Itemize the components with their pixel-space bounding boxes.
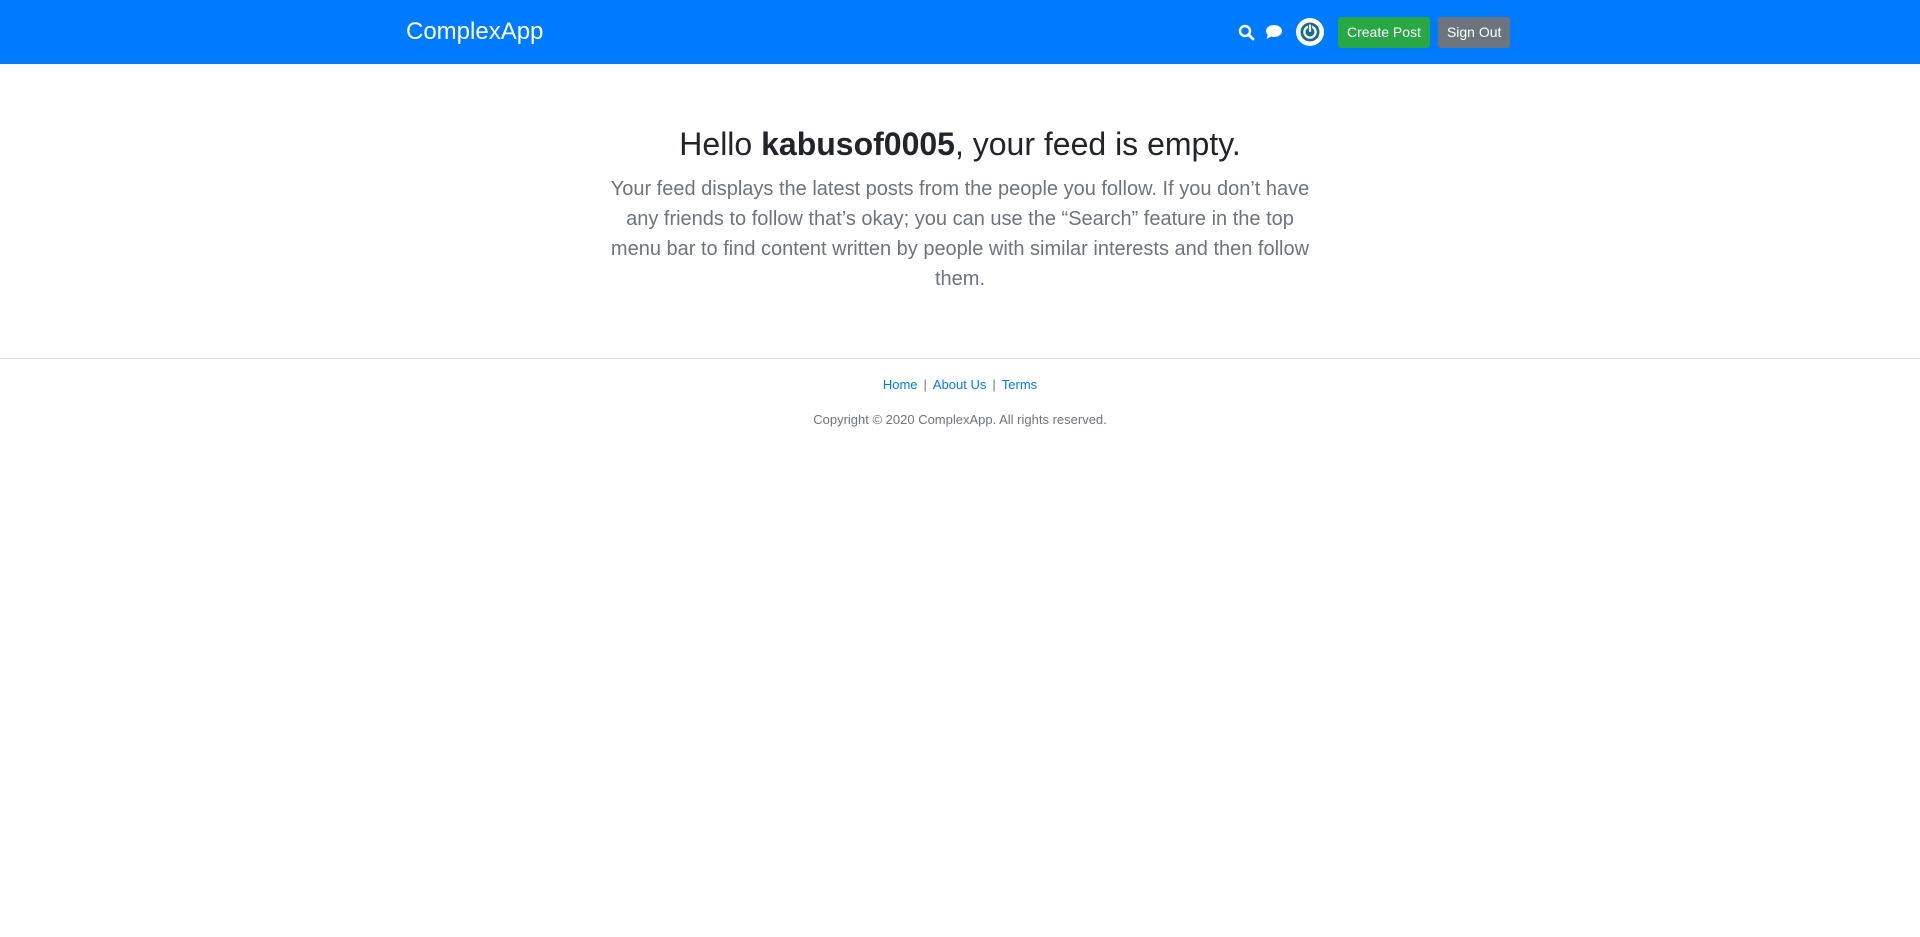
main-content: Hello kabusof0005, your feed is empty. Y… [0,64,1920,358]
footer-link-terms[interactable]: Terms [1002,377,1037,392]
footer-separator: | [923,377,927,392]
footer-separator: | [992,377,996,392]
search-icon[interactable] [1234,16,1258,48]
footer-link-home[interactable]: Home [883,377,918,392]
footer-link-about-us[interactable]: About Us [933,377,986,392]
brand-link[interactable]: ComplexApp [406,17,543,47]
greeting-suffix: , your feed is empty. [954,126,1241,162]
nav-actions: Create Post Sign Out [1234,16,1511,48]
footer-links: Home | About Us | Terms [0,376,1920,394]
greeting-prefix: Hello [679,126,762,162]
username: kabusof0005 [761,126,955,162]
avatar[interactable] [1296,18,1324,46]
power-icon [1298,20,1322,44]
empty-feed-message: Your feed displays the latest posts from… [610,178,1310,290]
feed-greeting: Hello kabusof0005, your feed is empty. [0,124,1920,164]
create-post-button[interactable]: Create Post [1338,16,1430,48]
footer: Home | About Us | Terms Copyright © 2020 Com… [0,358,1920,458]
sign-out-button[interactable]: Sign Out [1437,16,1511,48]
chat-icon[interactable] [1262,16,1286,48]
top-navbar: ComplexApp Create Post Sign Out [0,0,1920,64]
copyright-text: Copyright © 2020 ComplexApp. All rights … [813,412,1107,427]
